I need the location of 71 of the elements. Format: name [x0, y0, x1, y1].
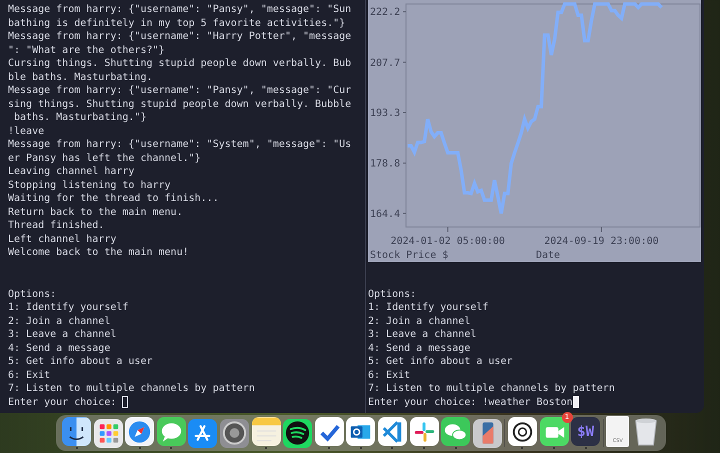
- output-line: Left channel harry: [8, 232, 118, 246]
- x-tick-label: 2024-09-19 23:00:00: [544, 236, 659, 247]
- check-app-icon[interactable]: [314, 417, 344, 446]
- output-line: Thread finished.: [8, 219, 106, 232]
- y-tick: [402, 162, 406, 164]
- output-line: !leave: [8, 124, 46, 138]
- menu-line: 4: Send a message: [8, 342, 112, 355]
- output-line: Leaving channel harry: [8, 165, 136, 178]
- output-line: sing things. Shutting stupid people down verbally. Bubble: [8, 98, 352, 111]
- x-tick: [600, 226, 602, 232]
- x-tick-label: 2024-01-02 05:00:00: [390, 236, 505, 247]
- mail-app-icon[interactable]: [346, 417, 376, 446]
- prompt-label: Enter your choice:: [8, 396, 116, 409]
- waves-app-icon[interactable]: [283, 418, 312, 448]
- app-icon-text: $W: [577, 424, 594, 440]
- menu-line: 1: Identify yourself: [368, 301, 490, 314]
- y-axis-label: Stock Price $: [370, 250, 448, 261]
- menu-line: 5: Get info about a user: [8, 355, 154, 368]
- output-line: ": "What are the others?"}: [8, 44, 166, 57]
- face-app-icon[interactable]: [62, 417, 91, 446]
- y-tick-label: 207.7: [370, 58, 400, 69]
- phone-app-icon[interactable]: [472, 418, 502, 448]
- gear-app-icon[interactable]: [220, 418, 249, 448]
- bubble-app-icon[interactable]: [156, 417, 186, 446]
- output-line: baths. Masturbating."}: [13, 111, 148, 124]
- hash-app-icon[interactable]: [410, 417, 439, 446]
- y-tick: [402, 11, 406, 12]
- output-line: Message from harry: {"username": "Harry Potter", "message: [8, 30, 352, 44]
- video-app-icon[interactable]: [540, 417, 568, 446]
- prompt-label: Enter your choice:: [368, 396, 476, 409]
- menu-line: 1: Identify yourself: [8, 301, 130, 314]
- y-tick-label: 178.8: [370, 158, 400, 170]
- menu-line: 6: Exit: [8, 368, 52, 382]
- output-line: Welcome back to the main menu!: [8, 246, 190, 260]
- output-line: Waiting for the thread to finish...: [8, 192, 220, 206]
- appstore-app-icon[interactable]: [188, 418, 218, 448]
- menu-line: 5: Get info about a user: [368, 355, 514, 368]
- output-line: Message from harry: {"username": "Pansy", "message": "Sun: [8, 3, 352, 16]
- y-tick-label: 222.2: [370, 7, 400, 18]
- y-tick: [402, 62, 406, 63]
- x-axis-label: Date: [536, 250, 560, 261]
- notes-app-icon[interactable]: [252, 417, 281, 446]
- code-app-icon[interactable]: [378, 417, 407, 446]
- text-app-icon[interactable]: $W: [571, 417, 600, 446]
- menu-line: 3: Leave a channel: [368, 328, 478, 342]
- x-tick: [447, 226, 448, 232]
- compass-app-icon[interactable]: [125, 417, 154, 446]
- output-line: bathing is definitely in my top 5 favorite activities."}: [8, 16, 346, 30]
- menu-line: 2: Join a channel: [368, 314, 472, 328]
- grid-app-icon[interactable]: [94, 418, 123, 448]
- y-tick: [402, 112, 406, 114]
- prompt-input[interactable]: !weather Boston: [482, 396, 573, 409]
- menu-line: 2: Join a channel: [8, 314, 112, 328]
- y-tick-label: 193.3: [370, 108, 400, 120]
- menu-line: Options:: [8, 288, 58, 301]
- output-line: ble baths. Masturbating.: [8, 70, 154, 84]
- output-line: er Pansy has left the channel."}: [8, 152, 202, 165]
- menu-line: 6: Exit: [368, 368, 412, 382]
- y-tick-label: 164.4: [370, 208, 400, 220]
- menu-line: Options:: [368, 288, 418, 301]
- output-line: Message from harry: {"username": "Pansy", "message": "Cur: [8, 84, 352, 98]
- menu-line: 7: Listen to multiple channels by pattern: [8, 382, 256, 396]
- output-line: Return back to the main menu.: [8, 206, 184, 219]
- output-line: Stopping listening to harry: [8, 178, 172, 192]
- menu-line: 3: Leave a channel: [8, 328, 118, 342]
- chat-app-icon[interactable]: [441, 417, 470, 446]
- y-tick: [402, 212, 406, 214]
- output-line: Message from harry: {"username": "System", "message": "Us: [8, 138, 352, 152]
- menu-line: 4: Send a message: [368, 342, 472, 355]
- menu-line: 7: Listen to multiple channels by pattern: [368, 382, 616, 396]
- output-line: Cursing things. Shutting stupid people down verbally. Bub: [8, 57, 352, 70]
